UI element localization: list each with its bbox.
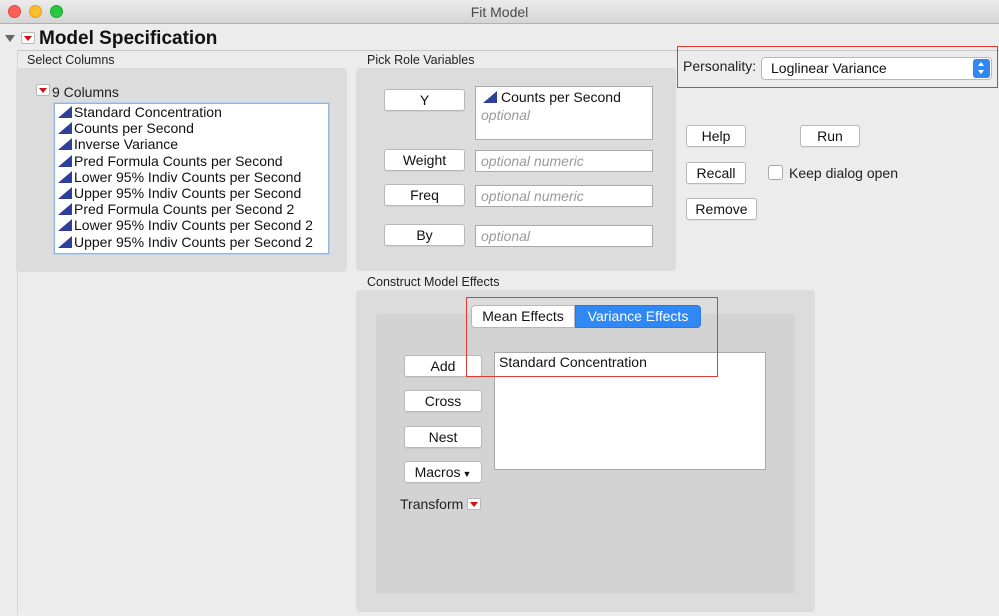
list-item[interactable]: Pred Formula Counts per Second 2 bbox=[55, 201, 328, 217]
freq-role-button[interactable]: Freq bbox=[384, 184, 465, 206]
select-columns-label: Select Columns bbox=[27, 53, 115, 67]
continuous-column-icon bbox=[58, 186, 72, 199]
personality-value: Loglinear Variance bbox=[771, 60, 887, 76]
construct-effects-label: Construct Model Effects bbox=[367, 275, 500, 289]
continuous-column-icon bbox=[483, 91, 497, 103]
nest-button[interactable]: Nest bbox=[404, 426, 482, 448]
macros-button[interactable]: Macros ▼ bbox=[404, 461, 482, 483]
dropdown-arrow-icon: ▼ bbox=[462, 469, 472, 479]
personality-select[interactable]: Loglinear Variance bbox=[761, 57, 992, 80]
columns-count-label: 9 Columns bbox=[52, 84, 119, 100]
list-item[interactable]: Lower 95% Indiv Counts per Second 2 bbox=[55, 217, 328, 233]
continuous-column-icon bbox=[58, 203, 72, 216]
list-item[interactable]: Inverse Variance bbox=[55, 136, 328, 152]
y-role-field[interactable]: Counts per Second optional bbox=[475, 86, 653, 140]
continuous-column-icon bbox=[58, 219, 72, 232]
keep-dialog-open-checkbox[interactable] bbox=[768, 165, 783, 180]
continuous-column-icon bbox=[58, 235, 72, 248]
list-item[interactable]: Upper 95% Indiv Counts per Second 2 bbox=[55, 234, 328, 250]
continuous-column-icon bbox=[58, 122, 72, 135]
keep-dialog-open-label: Keep dialog open bbox=[789, 165, 898, 181]
chevron-up-down-icon bbox=[973, 59, 990, 78]
pick-roles-label: Pick Role Variables bbox=[367, 53, 475, 67]
continuous-column-icon bbox=[58, 154, 72, 167]
help-button[interactable]: Help bbox=[686, 125, 746, 147]
transform-menu-icon[interactable] bbox=[467, 498, 481, 510]
y-role-button[interactable]: Y bbox=[384, 89, 465, 111]
y-role-placeholder: optional bbox=[481, 107, 531, 123]
title-bar: Fit Model bbox=[0, 0, 999, 24]
personality-label: Personality: bbox=[683, 58, 757, 74]
effects-highlight bbox=[466, 297, 718, 377]
window-title: Fit Model bbox=[470, 4, 529, 20]
list-item[interactable]: Lower 95% Indiv Counts per Second bbox=[55, 169, 328, 185]
cross-button[interactable]: Cross bbox=[404, 390, 482, 412]
columns-list[interactable]: Standard Concentration Counts per Second… bbox=[54, 103, 329, 254]
remove-button[interactable]: Remove bbox=[686, 198, 757, 220]
by-role-button[interactable]: By bbox=[384, 224, 465, 246]
list-item[interactable]: Pred Formula Counts per Second bbox=[55, 153, 328, 169]
list-item[interactable]: Counts per Second bbox=[55, 120, 328, 136]
list-item[interactable]: Upper 95% Indiv Counts per Second bbox=[55, 185, 328, 201]
y-role-item: Counts per Second bbox=[481, 88, 652, 106]
list-item[interactable]: Standard Concentration bbox=[55, 104, 328, 120]
macros-label: Macros bbox=[414, 464, 461, 480]
disclosure-triangle-icon[interactable] bbox=[5, 35, 15, 42]
weight-role-field[interactable]: optional numeric bbox=[475, 150, 653, 172]
continuous-column-icon bbox=[58, 138, 72, 151]
page-title: Model Specification bbox=[39, 28, 218, 49]
red-triangle-menu-icon[interactable] bbox=[21, 32, 35, 44]
weight-role-button[interactable]: Weight bbox=[384, 149, 465, 171]
by-role-field[interactable]: optional bbox=[475, 225, 653, 247]
freq-role-field[interactable]: optional numeric bbox=[475, 185, 653, 207]
recall-button[interactable]: Recall bbox=[686, 162, 746, 184]
transform-label: Transform bbox=[400, 496, 464, 512]
continuous-column-icon bbox=[58, 106, 72, 118]
run-button[interactable]: Run bbox=[800, 125, 860, 147]
columns-menu-icon[interactable] bbox=[36, 84, 50, 96]
continuous-column-icon bbox=[58, 170, 72, 183]
